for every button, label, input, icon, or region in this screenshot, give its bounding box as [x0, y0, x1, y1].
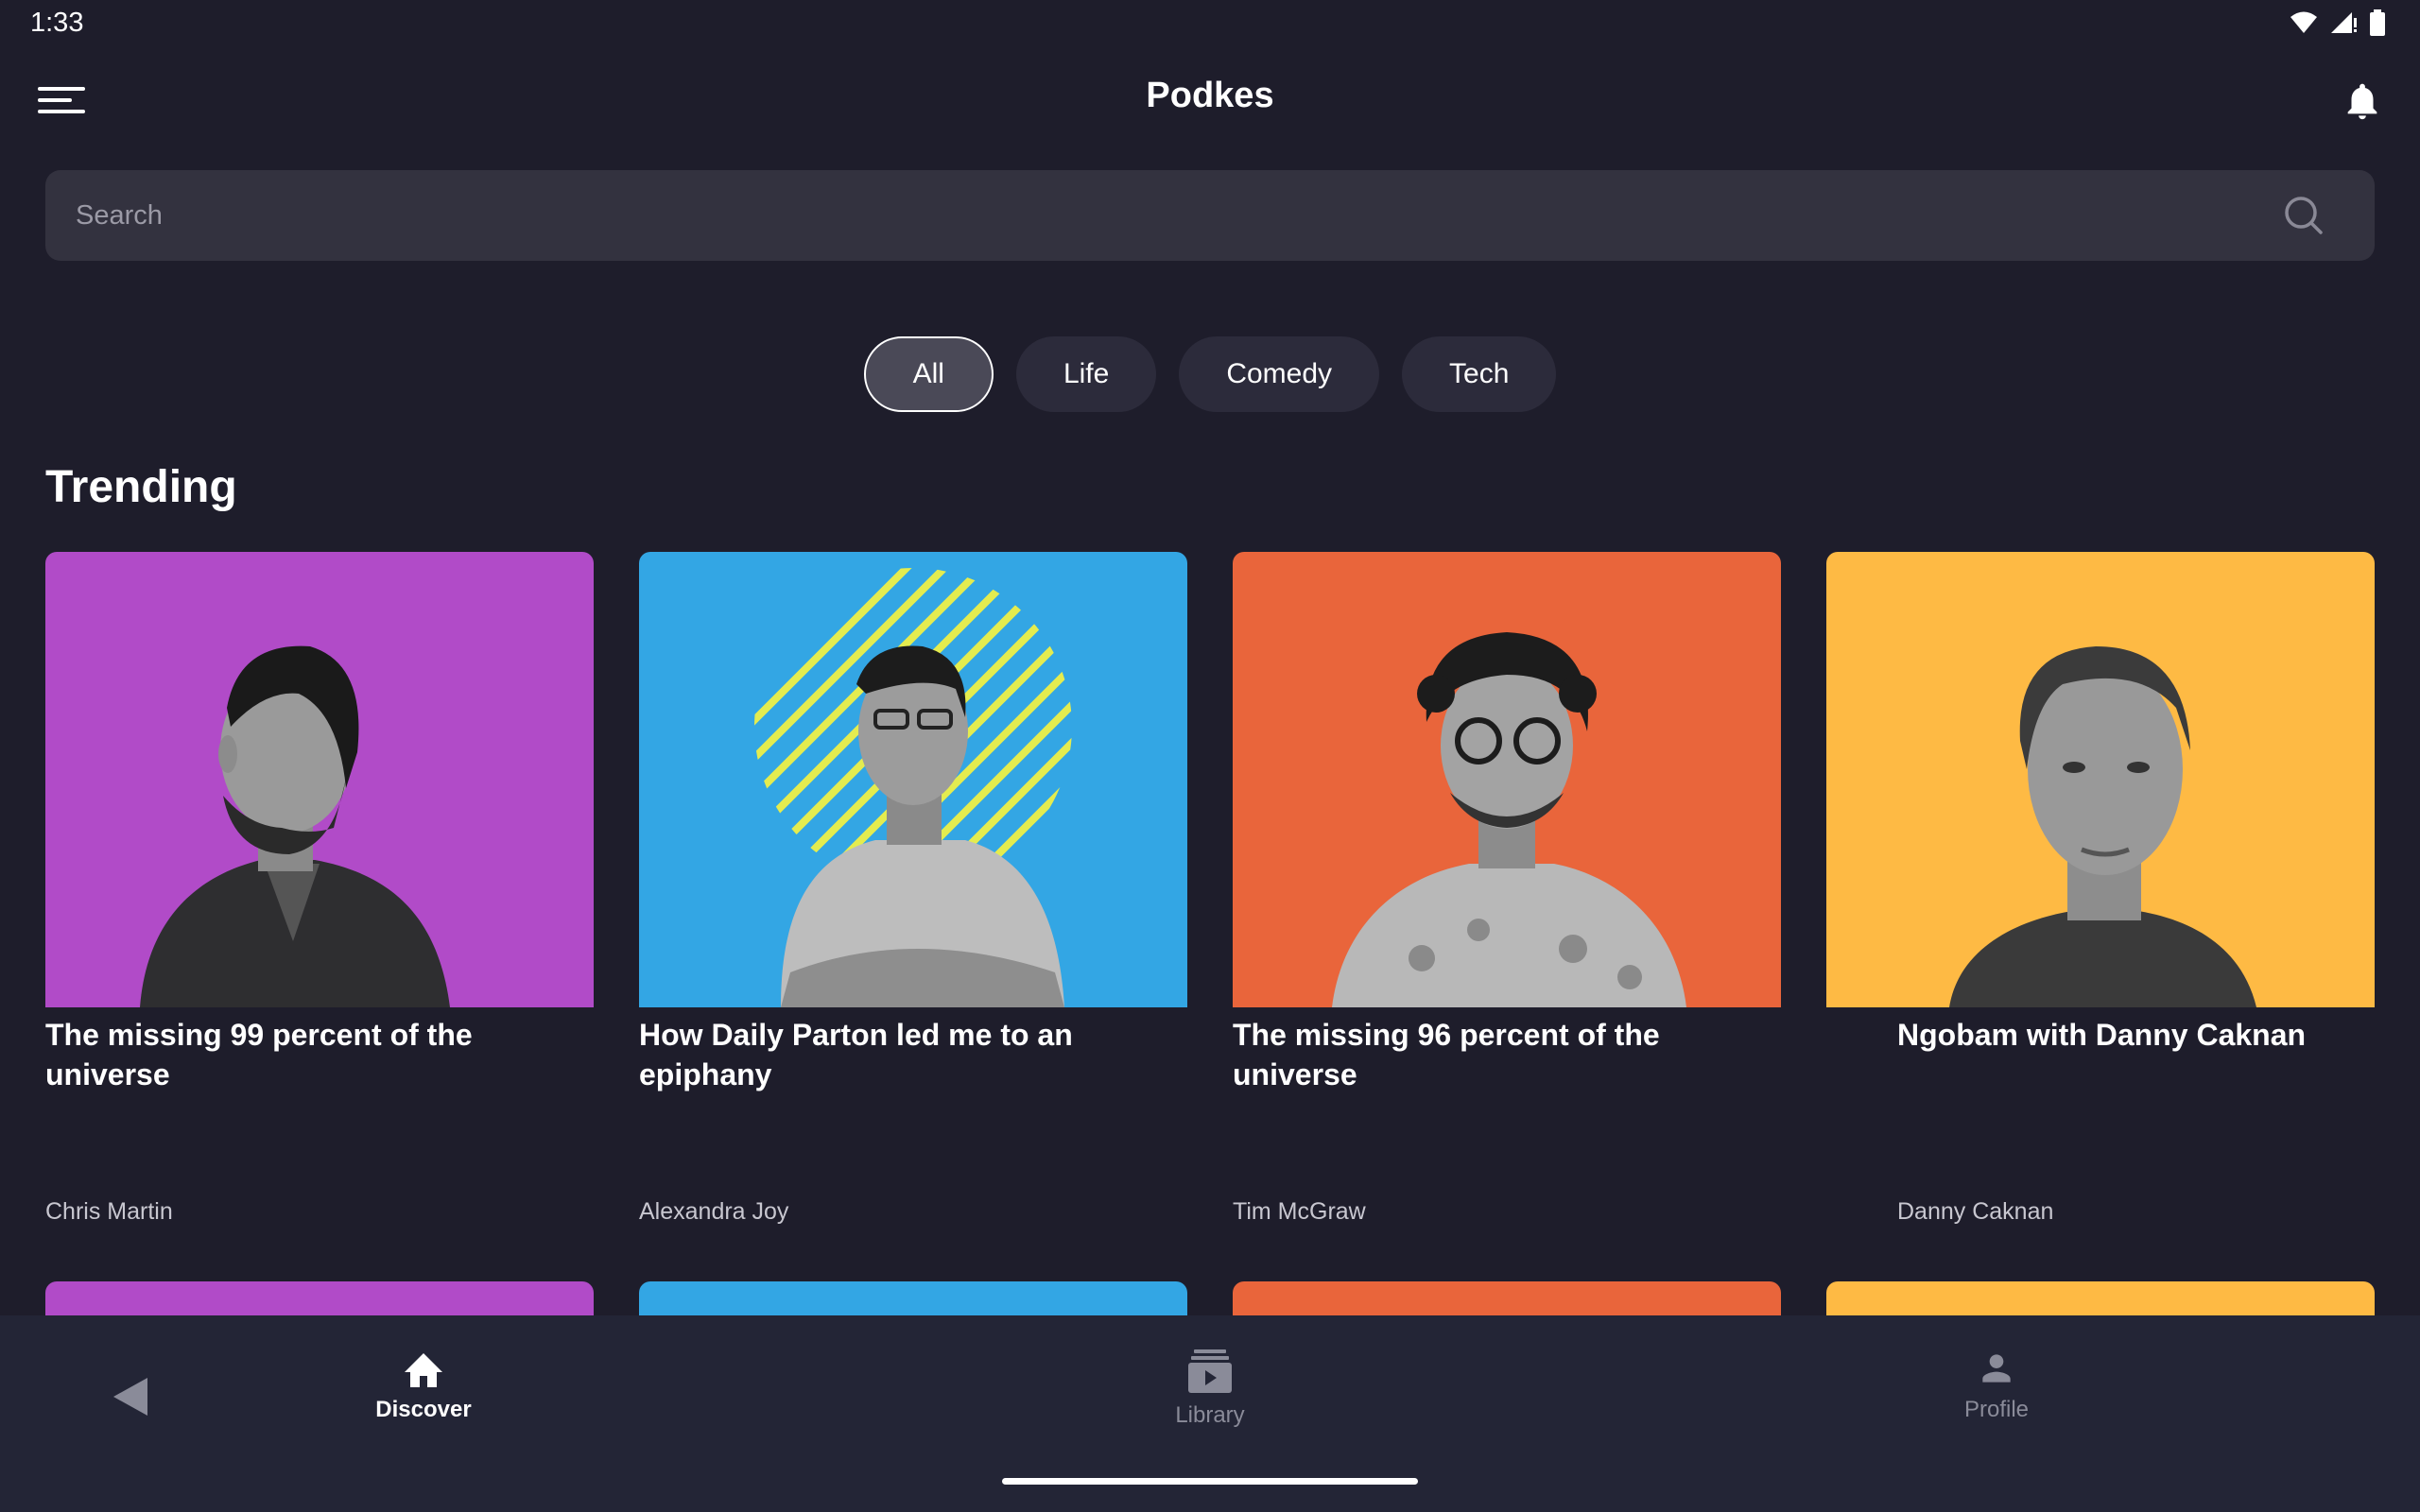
signal-icon — [2331, 12, 2357, 33]
nav-label: Profile — [1963, 1397, 2030, 1422]
back-icon[interactable] — [112, 1376, 149, 1418]
podcast-cover[interactable] — [1233, 552, 1781, 1007]
nav-item-discover[interactable]: Discover — [310, 1348, 537, 1423]
host-portrait — [1332, 632, 1686, 1007]
podcast-author: Chris Martin — [45, 1198, 173, 1225]
host-portrait — [140, 645, 450, 1007]
podcast-card[interactable]: The missing 99 percent of the universe C… — [45, 552, 594, 1225]
filter-chip-tech[interactable]: Tech — [1402, 336, 1557, 412]
status-bar: 1:33 — [0, 0, 2420, 45]
podcast-cover[interactable] — [45, 552, 594, 1007]
podcast-card[interactable]: The missing 96 percent of the universe T… — [1233, 552, 1781, 1225]
screen: 1:33 Podkes Search All Life Comedy Tech … — [0, 0, 2420, 1512]
home-icon — [405, 1353, 442, 1387]
podcast-title[interactable]: How Daily Parton led me to an epiphany — [639, 1015, 1168, 1094]
home-indicator[interactable] — [1002, 1478, 1418, 1485]
podcast-title[interactable]: Ngobam with Danny Caknan — [1897, 1015, 2420, 1055]
podcast-card[interactable]: Ngobam with Danny Caknan Danny Caknan — [1826, 552, 2375, 1225]
search-input[interactable] — [76, 170, 2250, 261]
section-title-trending: Trending — [45, 462, 237, 512]
filter-chip-all[interactable]: All — [863, 336, 994, 412]
podcast-cover[interactable] — [1826, 552, 2375, 1007]
podcast-title[interactable]: The missing 96 percent of the universe — [1233, 1015, 1762, 1094]
podcast-title[interactable]: The missing 99 percent of the universe — [45, 1015, 575, 1094]
podcast-author: Alexandra Joy — [639, 1198, 789, 1225]
status-time: 1:33 — [30, 8, 84, 38]
podcast-author: Danny Caknan — [1897, 1198, 2054, 1225]
search-icon[interactable] — [2284, 196, 2324, 235]
chip-label: All — [912, 358, 944, 389]
chip-label: Comedy — [1226, 358, 1333, 389]
person-icon — [1982, 1354, 2011, 1383]
nav-item-profile[interactable]: Profile — [1883, 1348, 2110, 1423]
app-title: Podkes — [1146, 76, 1274, 115]
library-icon — [1188, 1349, 1232, 1393]
nav-item-library[interactable]: Library — [1097, 1348, 1323, 1429]
host-portrait — [754, 568, 1072, 1007]
nav-label: Discover — [375, 1397, 472, 1422]
podcast-cover[interactable] — [639, 552, 1187, 1007]
app-bar: Podkes — [0, 60, 2420, 138]
status-icons — [2290, 9, 2386, 36]
nav-label: Library — [1175, 1402, 1245, 1428]
podcast-author: Tim McGraw — [1233, 1198, 1366, 1225]
bell-icon[interactable] — [2341, 79, 2384, 123]
chip-label: Life — [1063, 358, 1110, 389]
host-portrait — [1949, 646, 2256, 1007]
podcast-card[interactable]: How Daily Parton led me to an epiphany A… — [639, 552, 1187, 1225]
wifi-icon — [2290, 11, 2317, 33]
battery-icon — [2370, 9, 2385, 36]
search-bar — [45, 170, 2375, 261]
chip-label: Tech — [1449, 358, 1510, 389]
filter-chip-comedy[interactable]: Comedy — [1179, 336, 1380, 412]
category-filters: All Life Comedy Tech — [0, 336, 2420, 412]
filter-chip-life[interactable]: Life — [1015, 336, 1157, 412]
